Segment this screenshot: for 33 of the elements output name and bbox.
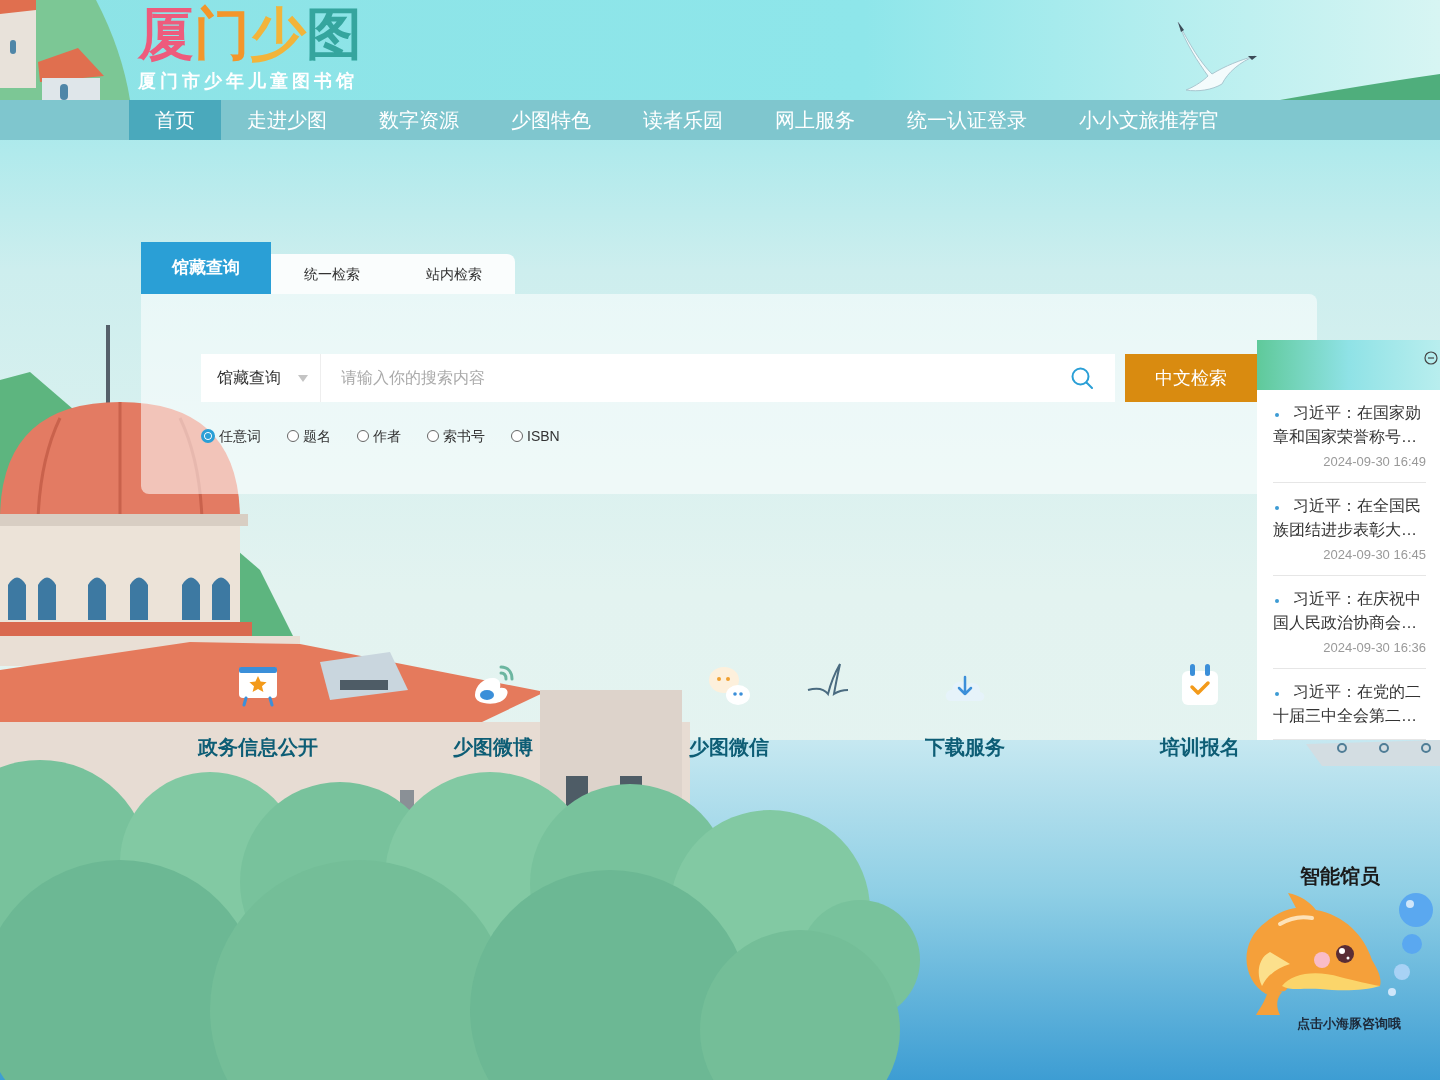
bullet-icon (1275, 692, 1279, 696)
option-label[interactable]: 索书号 (443, 426, 485, 446)
news-title[interactable]: 习近平：在党的二十届三中全会第二… (1273, 680, 1426, 728)
service-link[interactable]: 少图微博 (453, 735, 534, 759)
assistant-hint[interactable]: 点击小海豚咨询哦 (1297, 1015, 1401, 1033)
scope-select[interactable]: 馆藏查询 (201, 354, 321, 402)
distant-seagull-drawing (807, 663, 849, 695)
minus-circle-icon[interactable] (1424, 351, 1438, 365)
logo-subtitle: 厦门市少年儿童图书馆 (138, 70, 358, 92)
bullet-icon (1275, 413, 1279, 417)
service-link[interactable]: 下载服务 (924, 735, 1005, 759)
option-label[interactable]: 作者 (373, 426, 401, 446)
option-label[interactable]: 任意词 (219, 426, 261, 446)
search-tab[interactable]: 统一检索 (271, 254, 393, 294)
caret-icon (298, 374, 308, 382)
news-date: 2024-09-30 16:45 (1322, 546, 1426, 564)
service-link[interactable]: 少图微信 (689, 735, 769, 759)
bullet-icon (1275, 599, 1279, 603)
search-icon[interactable] (1071, 367, 1093, 389)
news-title[interactable]: 习近平：在国家勋章和国家荣誉称号… (1273, 401, 1426, 449)
bullet-icon (1275, 506, 1279, 510)
search-tab[interactable]: 馆藏查询 (141, 242, 271, 294)
news-date: 2024-09-30 16:49 (1322, 453, 1426, 471)
service-link[interactable]: 政务信息公开 (197, 735, 318, 759)
assistant-title: 智能馆员 (1300, 864, 1380, 889)
option-label[interactable]: ISBN (527, 426, 560, 446)
search-field[interactable]: 请输入你的搜索内容 (321, 354, 1115, 402)
search-tab[interactable]: 站内检索 (393, 254, 515, 294)
option-label[interactable]: 题名 (303, 426, 331, 446)
news-date: 2024-09-30 16:36 (1322, 639, 1426, 657)
news-title[interactable]: 习近平：在全国民族团结进步表彰大… (1273, 494, 1426, 542)
service-link[interactable]: 培训报名 (1160, 735, 1241, 759)
news-title[interactable]: 习近平：在庆祝中国人民政治协商会… (1273, 587, 1426, 635)
